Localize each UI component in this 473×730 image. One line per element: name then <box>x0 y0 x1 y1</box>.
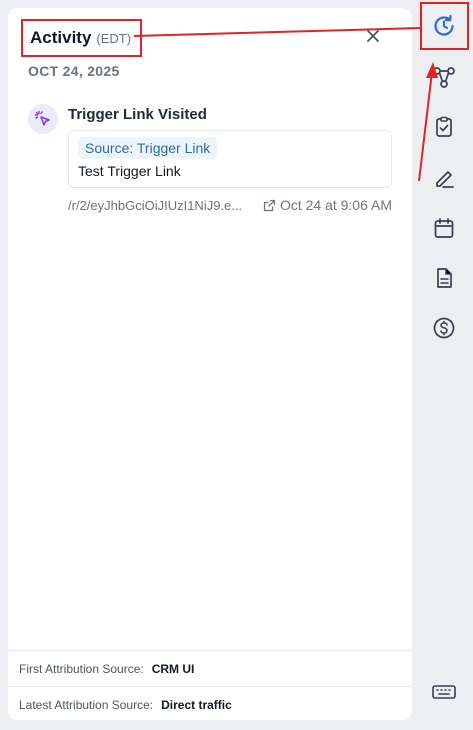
event-url[interactable]: /r/2/eyJhbGciOiJIUzI1NiJ9.e... <box>68 198 248 213</box>
event-timestamp-group[interactable]: Oct 24 at 9:06 AM <box>263 197 392 213</box>
rail-document-button[interactable] <box>428 262 460 294</box>
first-attribution-value: CRM UI <box>151 661 195 676</box>
activity-title-group: Activity (EDT) <box>21 19 142 57</box>
event-card: Source: Trigger Link Test Trigger Link <box>68 130 392 188</box>
activity-panel: Activity (EDT) OCT 24, 2025 Trigger Link… <box>8 8 412 720</box>
event-icon-badge <box>28 104 58 134</box>
calendar-icon <box>434 218 454 238</box>
source-chip: Source: Trigger Link <box>78 137 218 159</box>
workflow-icon <box>433 67 455 88</box>
event-title: Trigger Link Visited <box>68 106 207 123</box>
rail-keyboard-button[interactable] <box>428 676 460 708</box>
rail-task-button[interactable] <box>428 111 460 143</box>
rail-calendar-button[interactable] <box>428 212 460 244</box>
event-meta: /r/2/eyJhbGciOiJIUzI1NiJ9.e... Oct 24 at… <box>68 196 392 214</box>
cursor-click-icon <box>34 110 50 126</box>
latest-attribution-label: Latest Attribution Source: <box>19 697 154 712</box>
date-heading: OCT 24, 2025 <box>28 63 120 79</box>
timezone-label: (EDT) <box>96 30 132 46</box>
external-link-icon <box>263 199 276 211</box>
panel-title: Activity <box>30 28 92 47</box>
history-icon <box>434 14 454 36</box>
rail-note-button[interactable] <box>428 162 460 194</box>
latest-attribution-value: Direct traffic <box>161 697 232 712</box>
document-icon <box>437 268 452 288</box>
task-icon <box>436 116 452 137</box>
close-icon <box>367 30 379 42</box>
latest-attribution-row: Latest Attribution Source: Direct traffi… <box>8 686 412 722</box>
dollar-icon <box>433 317 455 339</box>
rail-history-button[interactable] <box>428 10 460 42</box>
event-card-text: Test Trigger Link <box>78 163 181 179</box>
rail-dollar-button[interactable] <box>428 312 460 344</box>
close-button[interactable] <box>363 26 383 46</box>
first-attribution-label: First Attribution Source: <box>19 661 144 676</box>
rail-workflow-button[interactable] <box>428 61 460 93</box>
first-attribution-row: First Attribution Source: CRM UI <box>8 650 412 686</box>
event-timestamp: Oct 24 at 9:06 AM <box>279 197 392 213</box>
keyboard-icon <box>432 685 456 699</box>
note-icon <box>436 171 454 188</box>
